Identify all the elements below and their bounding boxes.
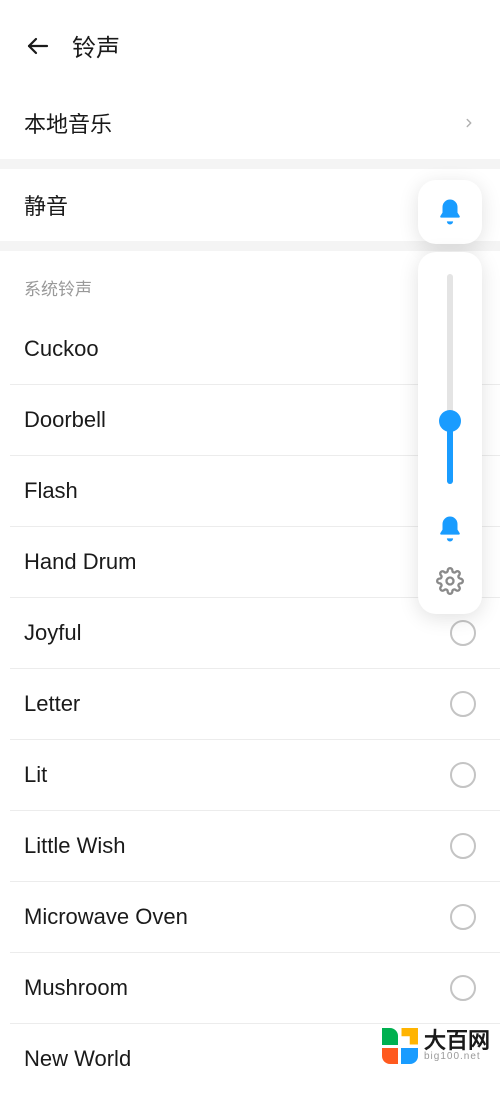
list-item[interactable]: Microwave Oven <box>10 882 500 953</box>
chevron-right-icon <box>462 116 476 130</box>
radio-button[interactable] <box>450 691 476 717</box>
watermark: 大百网 big100.net <box>382 1028 490 1064</box>
radio-button[interactable] <box>450 833 476 859</box>
volume-slider-card <box>418 252 482 614</box>
back-button[interactable] <box>24 32 52 60</box>
radio-button[interactable] <box>450 762 476 788</box>
ringtone-label: Letter <box>24 691 80 717</box>
bell-icon <box>435 197 465 227</box>
ringtone-label: Mushroom <box>24 975 128 1001</box>
ringtone-label: Hand Drum <box>24 549 136 575</box>
volume-ring-button[interactable] <box>435 514 465 544</box>
local-music-row[interactable]: 本地音乐 <box>0 87 500 159</box>
list-item[interactable]: Mushroom <box>10 953 500 1024</box>
gear-icon <box>436 567 464 595</box>
volume-settings-button[interactable] <box>435 566 465 596</box>
ringtone-label: New World <box>24 1046 131 1072</box>
ringtone-label: Doorbell <box>24 407 106 433</box>
volume-slider-thumb[interactable] <box>439 410 461 432</box>
watermark-url: big100.net <box>424 1052 490 1062</box>
watermark-logo-icon <box>382 1028 418 1064</box>
list-item[interactable]: Letter <box>10 669 500 740</box>
ringtone-label: Microwave Oven <box>24 904 188 930</box>
list-item[interactable]: Lit <box>10 740 500 811</box>
local-music-label: 本地音乐 <box>24 107 112 139</box>
radio-button[interactable] <box>450 620 476 646</box>
radio-button[interactable] <box>450 975 476 1001</box>
list-item[interactable]: Little Wish <box>10 811 500 882</box>
volume-panel <box>418 180 482 614</box>
ringtone-label: Flash <box>24 478 78 504</box>
volume-mode-button[interactable] <box>418 180 482 244</box>
silent-label: 静音 <box>24 189 476 221</box>
header: 铃声 <box>0 0 500 87</box>
bell-icon <box>435 514 465 544</box>
ringtone-label: Little Wish <box>24 833 125 859</box>
ringtone-label: Lit <box>24 762 47 788</box>
back-arrow-icon <box>26 34 50 58</box>
divider <box>0 159 500 169</box>
ringtone-label: Joyful <box>24 620 81 646</box>
page-title: 铃声 <box>72 28 120 63</box>
volume-slider[interactable] <box>447 274 453 484</box>
radio-button[interactable] <box>450 904 476 930</box>
ringtone-label: Cuckoo <box>24 336 99 362</box>
watermark-text: 大百网 big100.net <box>424 1030 490 1062</box>
watermark-title: 大百网 <box>424 1030 490 1052</box>
